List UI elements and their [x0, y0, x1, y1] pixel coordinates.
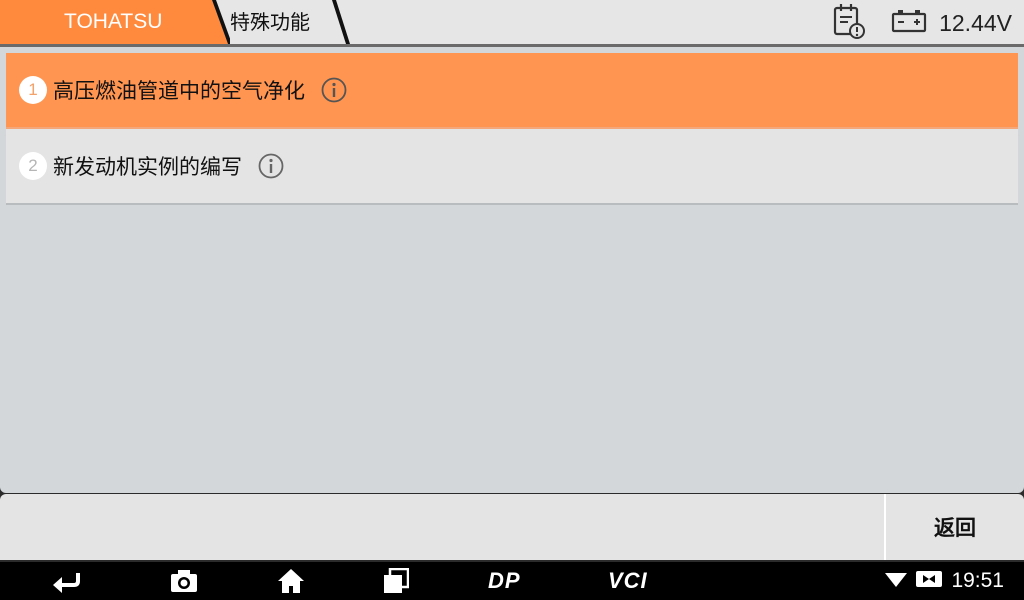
item-label: 高压燃油管道中的空气净化 — [53, 79, 305, 103]
voltage-readout: 12.44V — [939, 9, 1012, 36]
function-list: 1 高压燃油管道中的空气净化 2 新发动机实例的编写 — [6, 53, 1018, 205]
recents-icon[interactable] — [383, 562, 409, 600]
calendar-alert-icon[interactable] — [831, 2, 866, 44]
info-icon[interactable] — [321, 77, 347, 103]
battery-icon — [891, 9, 927, 37]
list-item-air-purge[interactable]: 1 高压燃油管道中的空气净化 — [6, 53, 1018, 129]
item-number-badge: 2 — [19, 152, 47, 180]
back-arrow-icon[interactable] — [50, 562, 82, 600]
item-number-badge: 1 — [19, 76, 47, 104]
top-bar: TOHATSU 特殊功能 12.44V — [0, 0, 1024, 46]
sim-icon — [915, 569, 943, 593]
home-icon[interactable] — [277, 562, 305, 600]
function-list-panel: 1 高压燃油管道中的空气净化 2 新发动机实例的编写 — [0, 47, 1024, 493]
back-button[interactable]: 返回 — [886, 494, 1024, 560]
system-status: 19:51 — [885, 562, 1004, 600]
system-nav-bar: DP VCI 19:51 — [0, 562, 1024, 600]
info-icon[interactable] — [258, 153, 284, 179]
wifi-icon — [885, 570, 908, 592]
list-item-new-engine[interactable]: 2 新发动机实例的编写 — [6, 129, 1018, 205]
status-area: 12.44V — [831, 0, 1012, 46]
app-window: TOHATSU 特殊功能 12.44V 1 高压燃油管道中的空气净化 2 新发动… — [0, 0, 1024, 600]
item-label: 新发动机实例的编写 — [53, 155, 242, 179]
brand-label: TOHATSU — [64, 10, 163, 33]
clock: 19:51 — [951, 569, 1004, 592]
breadcrumb-brand[interactable]: TOHATSU — [0, 0, 230, 44]
camera-icon[interactable] — [170, 562, 198, 600]
dp-button[interactable]: DP — [488, 562, 521, 600]
section-label: 特殊功能 — [230, 10, 310, 34]
vci-button[interactable]: VCI — [608, 562, 648, 600]
action-bar: 返回 — [0, 494, 1024, 560]
breadcrumb-section[interactable]: 特殊功能 — [212, 0, 350, 44]
